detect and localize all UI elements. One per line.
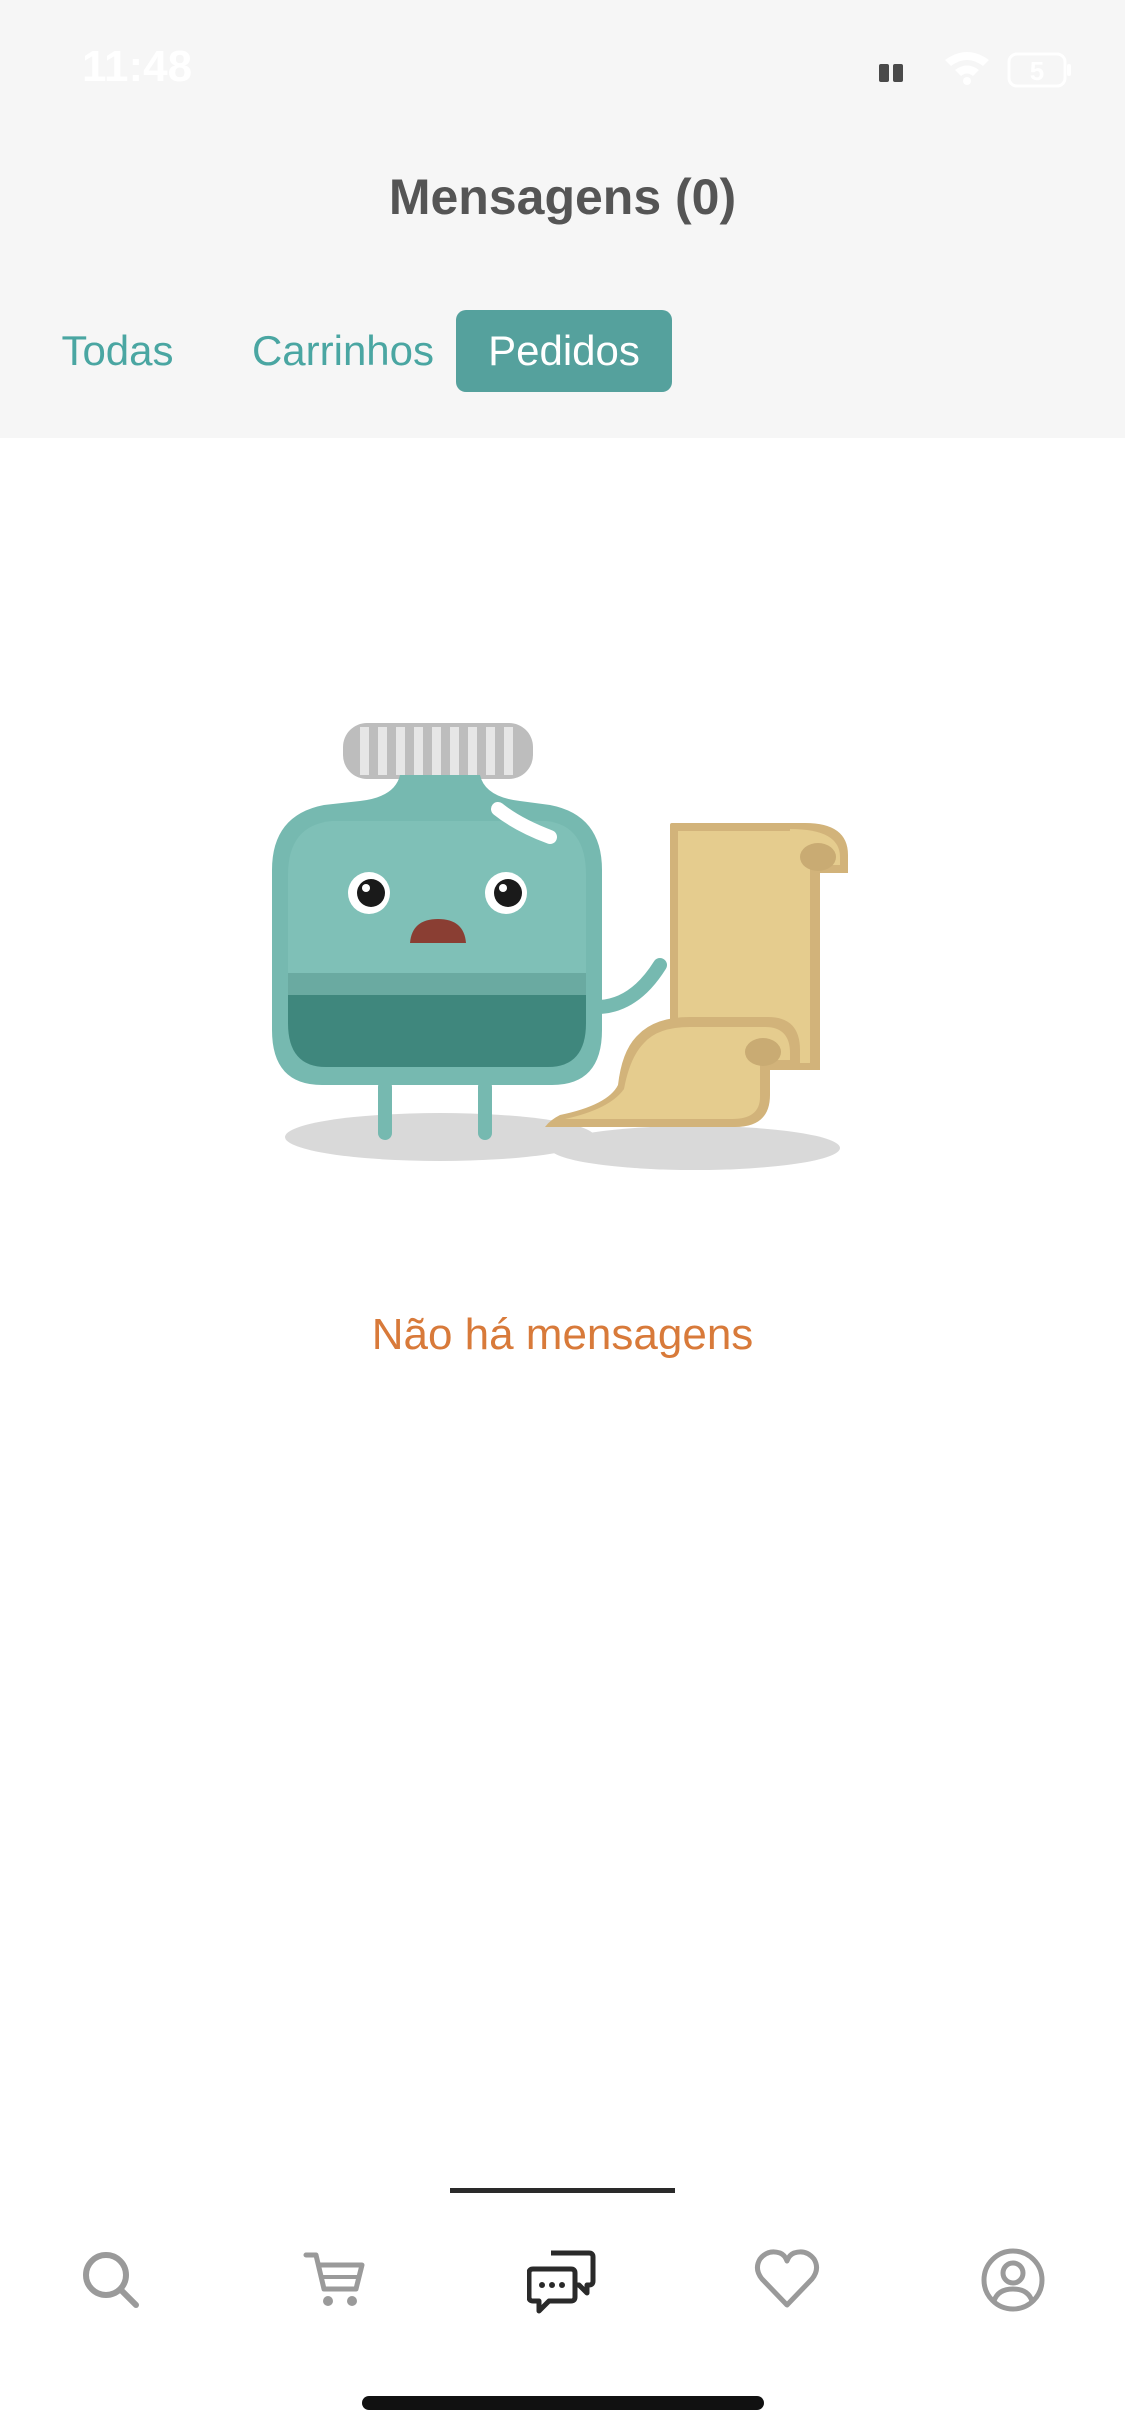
heart-icon [754,2249,820,2308]
nav-favorites[interactable] [752,2245,822,2315]
battery-icon: 5 [1007,52,1071,88]
empty-state-illustration [260,705,880,1175]
nav-cart[interactable] [300,2245,370,2315]
page-title: Mensagens (0) [388,169,737,225]
status-bar: 11:48 5 [0,0,1125,140]
cart-icon [303,2252,365,2306]
scroll-indicator [450,2188,675,2193]
messages-icon [527,2250,596,2314]
tab-pedidos[interactable]: Pedidos [456,310,672,392]
wifi-icon [945,52,989,85]
nav-profile[interactable] [978,2245,1048,2315]
bottom-nav [0,2225,1125,2335]
status-icons: 5 [877,50,1077,90]
signal-icon [879,64,903,82]
nav-search[interactable] [76,2245,146,2315]
profile-icon [981,2248,1045,2312]
header-area: 11:48 5 Mensagens (0) Todas Carrinhos Pe… [0,0,1125,438]
battery-level: 5 [1030,56,1044,86]
search-icon [83,2252,139,2308]
tab-carrinhos[interactable]: Carrinhos [218,310,468,392]
status-time: 11:48 [82,42,193,91]
tab-todas[interactable]: Todas [40,310,195,392]
status-icons-svg: 5 [879,52,1071,88]
nav-messages[interactable] [527,2245,597,2315]
home-indicator [362,2396,764,2410]
empty-state-message: Não há mensagens [371,1310,754,1359]
